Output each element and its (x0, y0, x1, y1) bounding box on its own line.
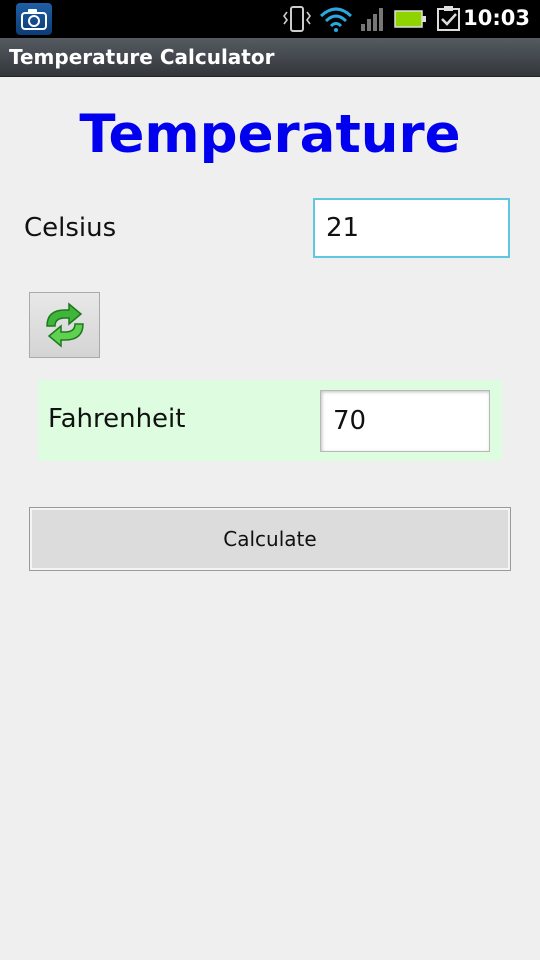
signal-icon (361, 8, 383, 31)
title-bar: Temperature Calculator (0, 38, 540, 77)
status-time: 10:03 (463, 6, 530, 30)
camera-icon[interactable] (16, 3, 52, 35)
refresh-arrows-icon (46, 302, 84, 348)
app-title: Temperature Calculator (9, 45, 275, 69)
fahrenheit-panel: Fahrenheit 70 (38, 380, 502, 461)
status-bar: 10:03 (0, 0, 540, 38)
calculate-button[interactable]: Calculate (29, 507, 511, 571)
task-check-icon (437, 6, 460, 31)
battery-icon (394, 10, 426, 28)
page-heading: Temperature (79, 104, 461, 165)
swap-button[interactable] (29, 292, 100, 358)
wifi-icon (319, 7, 353, 32)
celsius-label: Celsius (24, 213, 117, 243)
fahrenheit-field[interactable]: 70 (320, 390, 490, 452)
celsius-input[interactable]: 21 (313, 198, 510, 258)
fahrenheit-label: Fahrenheit (48, 404, 186, 434)
vibrate-icon (283, 6, 311, 32)
